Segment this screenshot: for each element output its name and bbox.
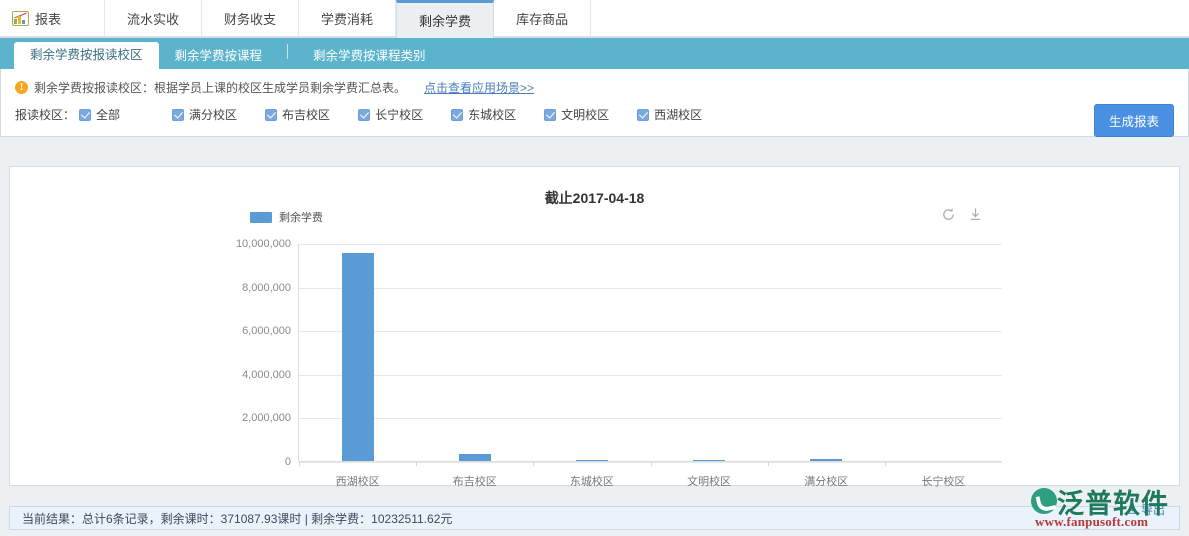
- download-icon[interactable]: [968, 207, 983, 222]
- checkbox-box[interactable]: [172, 109, 184, 121]
- notice-text: 剩余学费按报读校区：根据学员上课的校区生成学员剩余学费汇总表。: [34, 79, 406, 96]
- y-axis-tick-label: 8,000,000: [242, 282, 291, 294]
- subtab-by-campus[interactable]: 剩余学费按报读校区: [14, 42, 159, 69]
- checkbox-label: 布吉校区: [282, 106, 330, 123]
- y-axis-tick-label: 0: [285, 456, 291, 468]
- x-axis-tick: [885, 462, 886, 466]
- chart-title: 截止2017-04-18: [10, 188, 1179, 208]
- checkbox-box[interactable]: [637, 109, 649, 121]
- legend-swatch: [250, 212, 272, 223]
- checkbox-all[interactable]: 全部: [79, 106, 120, 123]
- checkbox-dongcheng[interactable]: 东城校区: [451, 106, 516, 123]
- campus-filter-row: 报读校区： 全部 满分校区 布吉校区 长宁校区 东城校区: [1, 102, 1188, 136]
- checkbox-box[interactable]: [265, 109, 277, 121]
- chart-toolbar: [941, 207, 983, 222]
- x-axis-tick: [299, 462, 300, 466]
- subtab-divider: [287, 44, 288, 59]
- subtab-by-course-category[interactable]: 剩余学费按课程类别: [297, 44, 442, 69]
- checkbox-box[interactable]: [451, 109, 463, 121]
- checkbox-label: 满分校区: [189, 106, 237, 123]
- tab-xuefei-xiaohao[interactable]: 学费消耗: [299, 0, 396, 37]
- tab-kucun-shangpin[interactable]: 库存商品: [494, 0, 591, 37]
- status-text: 当前结果：总计6条记录，剩余课时：371087.93课时 | 剩余学费：1023…: [22, 510, 452, 527]
- checkbox-changning[interactable]: 长宁校区: [358, 106, 423, 123]
- sub-tab-bar: 剩余学费按报读校区 剩余学费按课程 剩余学费按课程类别: [0, 38, 1189, 69]
- checkbox-box[interactable]: [79, 109, 91, 121]
- x-axis-tick-label: 东城校区: [570, 473, 614, 489]
- chart-bar[interactable]: [342, 253, 374, 462]
- chart-bar-group[interactable]: 西湖校区: [299, 244, 416, 462]
- notice-row: ! 剩余学费按报读校区：根据学员上课的校区生成学员剩余学费汇总表。 点击查看应用…: [1, 69, 1188, 102]
- chart-bar-group[interactable]: 长宁校区: [885, 244, 1002, 462]
- y-axis-tick-label: 6,000,000: [242, 325, 291, 337]
- chart-bar-group[interactable]: 东城校区: [533, 244, 650, 462]
- report-chart-icon: [12, 11, 29, 26]
- checkbox-label: 文明校区: [561, 106, 609, 123]
- x-axis-tick-label: 布吉校区: [453, 473, 497, 489]
- tab-label: 学费消耗: [321, 9, 373, 28]
- checkbox-box[interactable]: [358, 109, 370, 121]
- subtab-label: 剩余学费按课程类别: [313, 49, 426, 63]
- x-axis-tick-label: 西湖校区: [336, 473, 380, 489]
- status-bar: 当前结果：总计6条记录，剩余课时：371087.93课时 | 剩余学费：1023…: [9, 506, 1180, 530]
- chart-legend[interactable]: 剩余学费: [250, 209, 323, 225]
- x-axis-tick: [416, 462, 417, 466]
- tab-liushui-shishou[interactable]: 流水实收: [105, 0, 202, 37]
- tab-label: 剩余学费: [419, 11, 471, 30]
- x-axis-tick-label: 满分校区: [804, 473, 848, 489]
- checkbox-wenming[interactable]: 文明校区: [544, 106, 609, 123]
- campus-filter-label: 报读校区：: [15, 106, 75, 123]
- y-axis-tick-label: 2,000,000: [242, 412, 291, 424]
- legend-label: 剩余学费: [279, 209, 323, 225]
- checkbox-buji[interactable]: 布吉校区: [265, 106, 330, 123]
- chart-bar-group[interactable]: 满分校区: [768, 244, 885, 462]
- chart-bars: 西湖校区布吉校区东城校区文明校区满分校区长宁校区: [299, 244, 1002, 462]
- x-axis-tick-label: 文明校区: [687, 473, 731, 489]
- checkbox-label: 全部: [96, 106, 120, 123]
- tab-report-home[interactable]: 报表: [0, 0, 105, 37]
- export-button[interactable]: 导出: [1127, 501, 1165, 518]
- generate-report-button[interactable]: 生成报表: [1094, 104, 1174, 137]
- chart-card: 截止2017-04-18 剩余学费 02,000,0004,000,: [9, 166, 1180, 486]
- tab-label: 报表: [35, 9, 61, 28]
- tab-label: 流水实收: [127, 9, 179, 28]
- filter-panel: ! 剩余学费按报读校区：根据学员上课的校区生成学员剩余学费汇总表。 点击查看应用…: [0, 69, 1189, 137]
- export-arrow-icon: [1127, 504, 1138, 515]
- refresh-icon[interactable]: [941, 207, 956, 222]
- tab-label: 库存商品: [516, 9, 568, 28]
- chart-plot-area: 02,000,0004,000,0006,000,0008,000,00010,…: [298, 244, 1002, 462]
- y-axis-tick-label: 10,000,000: [236, 238, 291, 250]
- x-axis-tick-label: 长宁校区: [921, 473, 965, 489]
- x-axis-tick: [533, 462, 534, 466]
- checkbox-manfen[interactable]: 满分校区: [172, 106, 237, 123]
- checkbox-label: 长宁校区: [375, 106, 423, 123]
- notice-link[interactable]: 点击查看应用场景>>: [424, 79, 534, 96]
- x-axis-tick: [651, 462, 652, 466]
- tab-label: 财务收支: [224, 9, 276, 28]
- checkbox-box[interactable]: [544, 109, 556, 121]
- subtab-label: 剩余学费按课程: [175, 49, 263, 63]
- chart-bar-group[interactable]: 文明校区: [651, 244, 768, 462]
- chart-x-axis: [299, 461, 1002, 462]
- checkbox-label: 东城校区: [468, 106, 516, 123]
- report-page: 报表 流水实收 财务收支 学费消耗 剩余学费 库存商品 剩余学费按报读校区 剩余…: [0, 0, 1189, 536]
- tab-caiwu-shouzhi[interactable]: 财务收支: [202, 0, 299, 37]
- top-tab-bar: 报表 流水实收 财务收支 学费消耗 剩余学费 库存商品: [0, 0, 1189, 38]
- checkbox-label: 西湖校区: [654, 106, 702, 123]
- export-label: 导出: [1141, 501, 1165, 518]
- y-axis-tick-label: 4,000,000: [242, 369, 291, 381]
- subtab-label: 剩余学费按报读校区: [30, 48, 143, 62]
- x-axis-tick: [768, 462, 769, 466]
- warning-icon: !: [15, 81, 28, 94]
- tab-shengyu-xuefei[interactable]: 剩余学费: [396, 0, 494, 38]
- tab-bar-filler: [591, 0, 1189, 37]
- subtab-by-course[interactable]: 剩余学费按课程: [159, 44, 279, 69]
- checkbox-xihu[interactable]: 西湖校区: [637, 106, 702, 123]
- chart-bar-group[interactable]: 布吉校区: [416, 244, 533, 462]
